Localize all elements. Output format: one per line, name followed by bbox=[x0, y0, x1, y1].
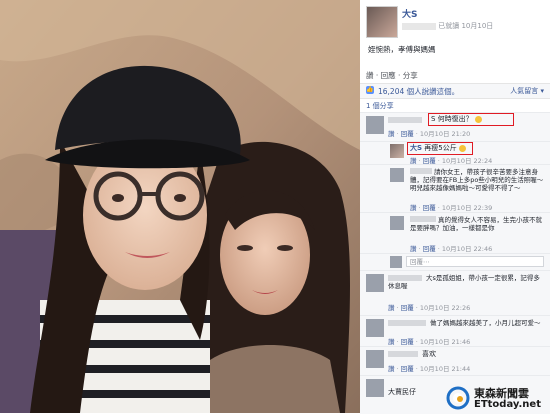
blurred-name bbox=[388, 351, 418, 357]
like-link[interactable]: 讚 bbox=[410, 204, 417, 212]
comment-text: 請你女王，帶孩子很辛苦要多注意身體，記得要在FB上多po些小明兒的生活照喔～明兒… bbox=[410, 168, 544, 192]
comment-item: 做了媽媽越來越美了，小月儿超可爱～ 讚 · 回覆 · 10月10日 21:46 bbox=[360, 315, 550, 346]
shares-count[interactable]: 1 個分享 bbox=[366, 101, 394, 111]
comment-time[interactable]: 10月10日 21:20 bbox=[420, 130, 470, 138]
smile-icon bbox=[458, 144, 466, 152]
commenter-avatar[interactable] bbox=[390, 144, 404, 158]
like-link[interactable]: 讚 bbox=[388, 338, 395, 346]
comment-sort-dropdown[interactable]: 人氣留言 ▾ bbox=[510, 86, 544, 96]
commenter-avatar[interactable] bbox=[366, 379, 384, 397]
reply-link[interactable]: 回覆 bbox=[423, 245, 436, 253]
commenter-avatar[interactable] bbox=[366, 319, 384, 337]
comment-text: 真的覺得女人不容易，生完小孩不就是要胖嗎？加油，一樣都是你 bbox=[410, 216, 542, 232]
likes-count[interactable]: 16,204 個人說讚這個。 bbox=[378, 86, 459, 97]
commenter-avatar[interactable] bbox=[390, 168, 404, 182]
post-visibility: 已就讀 bbox=[438, 22, 460, 30]
reply-row: 回覆⋯ bbox=[360, 253, 550, 270]
post-actions[interactable]: 讚 · 回應 · 分享 bbox=[366, 70, 418, 81]
like-link[interactable]: 讚 bbox=[388, 304, 395, 312]
reply-link[interactable]: 回覆 bbox=[423, 204, 436, 212]
selfie-image bbox=[0, 0, 360, 413]
author-avatar[interactable] bbox=[366, 6, 398, 38]
comment-meta: 讚 · 回覆 · 10月10日 21:44 bbox=[388, 365, 471, 373]
commenter-avatar[interactable] bbox=[366, 350, 384, 368]
blurred-name bbox=[388, 117, 422, 123]
smile-icon bbox=[474, 115, 482, 123]
post-meta: 已就讀 10月10日 bbox=[402, 21, 493, 31]
comment-item: 大s是孤姐姐，帶小孩一定很累，記得多休息喔 讚 · 回覆 · 10月10日 22… bbox=[360, 270, 550, 315]
comment-reply-item: 真的覺得女人不容易，生完小孩不就是要胖嗎？加油，一樣都是你 讚 · 回覆 · 1… bbox=[360, 212, 550, 253]
comment-time[interactable]: 10月10日 21:44 bbox=[420, 365, 470, 373]
comment-time[interactable]: 10月10日 21:46 bbox=[420, 338, 470, 346]
comment-meta: 讚 · 回覆 · 10月10日 22:46 bbox=[410, 245, 493, 253]
thumbs-up-icon: 👍 bbox=[366, 86, 374, 94]
like-link[interactable]: 讚 bbox=[388, 130, 395, 138]
comment-sort-label: 人氣留言 bbox=[510, 87, 539, 95]
reply-link[interactable]: 回覆 bbox=[401, 338, 414, 346]
like-link[interactable]: 讚 bbox=[388, 365, 395, 373]
comment-time[interactable]: 10月10日 22:46 bbox=[442, 245, 492, 253]
comment-item: S 何時復出？ 讚 · 回覆 · 10月10日 21:20 bbox=[360, 112, 550, 141]
post-caption: 姪惋熱，孝傅與媽媽 bbox=[368, 45, 436, 54]
watermark-url: ETtoday.net bbox=[474, 399, 541, 410]
post-photo[interactable] bbox=[0, 0, 360, 413]
commenter-avatar[interactable] bbox=[366, 274, 384, 292]
likes-bar: 👍 16,204 個人說讚這個。 人氣留言 ▾ bbox=[360, 83, 550, 99]
reply-link[interactable]: 回覆 bbox=[401, 304, 414, 312]
blurred-text bbox=[402, 22, 436, 30]
comment-text: 大s是孤姐姐，帶小孩一定很累，記得多休息喔 bbox=[388, 274, 540, 290]
commenter-avatar[interactable] bbox=[366, 116, 384, 134]
comment-meta: 讚 · 回覆 · 10月10日 21:20 bbox=[388, 130, 471, 138]
commenter-avatar[interactable] bbox=[390, 216, 404, 230]
comment-reply-item: 大S 再瘦5公斤 讚 · 回覆 · 10月10日 22:24 bbox=[360, 141, 550, 165]
reply-input[interactable]: 回覆⋯ bbox=[406, 256, 544, 267]
comment-time[interactable]: 10月10日 22:26 bbox=[420, 304, 470, 312]
post-date[interactable]: 10月10日 bbox=[461, 22, 493, 30]
comment-meta: 讚 · 回覆 · 10月10日 22:26 bbox=[388, 304, 471, 312]
reply-link[interactable]: 回覆 bbox=[401, 130, 414, 138]
blurred-name bbox=[388, 320, 426, 326]
comment-text: S 何時復出？ bbox=[431, 115, 511, 124]
like-link[interactable]: 讚 bbox=[410, 245, 417, 253]
author-name[interactable]: 大S bbox=[402, 7, 417, 20]
comment-time[interactable]: 10月10日 22:39 bbox=[442, 204, 492, 212]
comment-text: 喜欢 bbox=[422, 350, 436, 358]
comment-meta: 讚 · 回覆 · 10月10日 21:46 bbox=[388, 338, 471, 346]
reply-link[interactable]: 回覆 bbox=[401, 365, 414, 373]
comment-reply-item: 請你女王，帶孩子很辛苦要多注意身體，記得要在FB上多po些小明兒的生活照喔～明兒… bbox=[360, 164, 550, 212]
facebook-post-panel: 大S 已就讀 10月10日 姪惋熱，孝傅與媽媽 讚 · 回應 · 分享 👍 16… bbox=[360, 0, 550, 414]
comment-item: 喜欢 讚 · 回覆 · 10月10日 21:44 bbox=[360, 346, 550, 375]
my-avatar bbox=[390, 256, 402, 268]
ettoday-logo-icon bbox=[446, 386, 470, 410]
comment-text: 做了媽媽越來越美了，小月儿超可爱～ bbox=[430, 319, 541, 327]
comment-text: 大S 再瘦5公斤 bbox=[410, 144, 466, 153]
ettoday-watermark: 東森新聞雲 ETtoday.net bbox=[446, 384, 550, 413]
comment-text: 大賈民仔 bbox=[388, 388, 416, 396]
comment-meta: 讚 · 回覆 · 10月10日 22:39 bbox=[410, 204, 493, 212]
